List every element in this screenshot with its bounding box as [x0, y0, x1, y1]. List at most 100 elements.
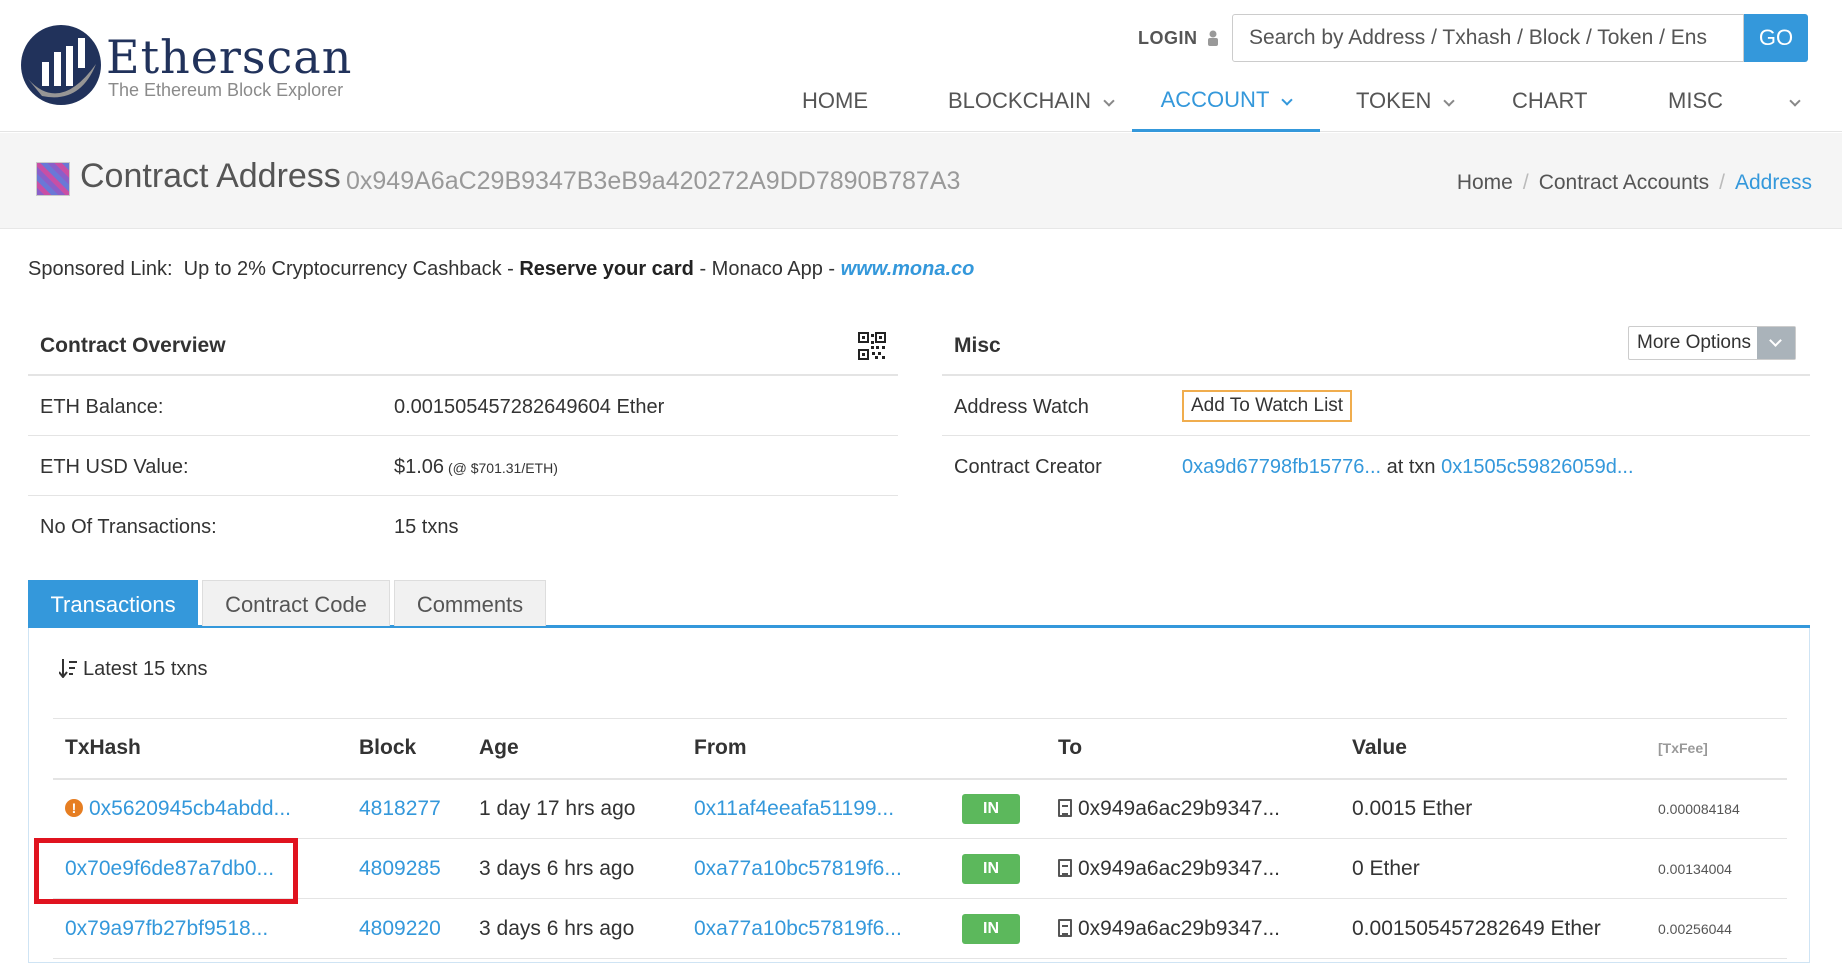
age-cell: 3 days 6 hrs ago: [467, 838, 682, 899]
nav-chart[interactable]: CHART: [1512, 70, 1587, 132]
tab-comments[interactable]: Comments: [394, 580, 546, 626]
user-icon: [1208, 30, 1219, 46]
to-address: 0x949a6ac29b9347...: [1078, 856, 1281, 880]
nav-chart-label: CHART: [1512, 88, 1588, 113]
site-header: Etherscan The Ethereum Block Explorer LO…: [0, 0, 1842, 132]
value-cell: 0.0015 Ether: [1340, 778, 1646, 839]
chevron-down-icon: [1757, 327, 1795, 359]
breadcrumb: Home / Contract Accounts / Address: [1457, 171, 1812, 195]
transactions-table: TxHash Block Age From To Value [TxFee] !…: [53, 718, 1787, 959]
transactions-count-row: No Of Transactions: 15 txns: [28, 496, 898, 556]
breadcrumb-separator: /: [1522, 171, 1529, 194]
address-watch-row: Address Watch Add To Watch List: [942, 376, 1810, 436]
block-link[interactable]: 4818277: [359, 797, 441, 820]
direction-in-badge: IN: [962, 913, 1020, 944]
creator-txn-link[interactable]: 0x1505c59826059d...: [1441, 456, 1633, 478]
value-cell: 0.001505457282649 Ether: [1340, 898, 1646, 959]
block-link[interactable]: 4809220: [359, 917, 441, 940]
from-address-link[interactable]: 0xa77a10bc57819f6...: [694, 917, 902, 940]
sponsored-text: Up to 2% Cryptocurrency Cashback -: [183, 258, 520, 280]
eth-usd-value: $1.06: [394, 456, 445, 478]
nav-account-label: ACCOUNT: [1160, 86, 1270, 112]
tab-contract-code[interactable]: Contract Code: [202, 580, 390, 626]
go-button[interactable]: GO: [1744, 14, 1808, 62]
login-link[interactable]: LOGIN: [1138, 28, 1219, 49]
txhash-link[interactable]: 0x5620945cb4abdd...: [89, 797, 291, 820]
nav-token[interactable]: TOKEN: [1356, 70, 1456, 132]
tab-transactions[interactable]: Transactions: [28, 580, 198, 626]
misc-title: Misc: [954, 334, 1001, 357]
contract-file-icon: [1058, 798, 1072, 817]
eth-balance-value: 0.001505457282649604 Ether: [394, 396, 665, 418]
warning-icon[interactable]: !: [65, 798, 83, 817]
col-block: Block: [347, 718, 467, 780]
block-link[interactable]: 4809285: [359, 857, 441, 880]
transactions-panel: Latest 15 txns TxHash Block Age From To …: [28, 628, 1810, 963]
txhash-link[interactable]: 0x79a97fb27bf9518...: [65, 917, 268, 940]
eth-price-note: (@ $701.31/ETH): [444, 460, 558, 476]
logo-tagline: The Ethereum Block Explorer: [108, 80, 344, 100]
sponsored-url[interactable]: www.mona.co: [841, 258, 975, 280]
to-address: 0x949a6ac29b9347...: [1078, 916, 1281, 940]
col-direction: [950, 718, 1046, 780]
sponsored-text-2: - Monaco App -: [693, 258, 841, 280]
breadcrumb-separator: /: [1719, 171, 1725, 194]
txfee-cell: 0.00134004: [1646, 838, 1787, 899]
col-to: To: [1046, 718, 1340, 780]
qr-code-icon[interactable]: [858, 332, 886, 360]
nav-misc[interactable]: MISC: [1668, 70, 1801, 132]
col-age: Age: [467, 718, 682, 780]
search-input[interactable]: [1232, 14, 1744, 62]
contract-file-icon: [1058, 918, 1072, 937]
value-cell: 0 Ether: [1340, 838, 1646, 899]
nav-home-label: HOME: [802, 88, 868, 113]
table-header-row: TxHash Block Age From To Value [TxFee]: [53, 718, 1787, 780]
table-row: ! 0x5620945cb4abdd... 4818277 1 day 17 hr…: [53, 778, 1787, 839]
chevron-down-icon: [1789, 95, 1801, 107]
age-cell: 1 day 17 hrs ago: [467, 778, 682, 839]
misc-panel: Misc More Options Address Watch Add To W…: [942, 320, 1810, 496]
breadcrumb-home[interactable]: Home: [1457, 171, 1513, 195]
more-options-dropdown[interactable]: More Options: [1628, 326, 1796, 360]
page-title: Contract Address: [80, 157, 341, 195]
table-row: 0x70e9f6de87a7db0... 4809285 3 days 6 hr…: [53, 838, 1787, 899]
col-from: From: [682, 718, 950, 780]
from-address-link[interactable]: 0x11af4eeafa51199...: [694, 797, 894, 820]
login-label: LOGIN: [1138, 28, 1198, 48]
sponsored-bold: Reserve your card: [519, 258, 694, 280]
contract-overview-title: Contract Overview: [40, 334, 226, 357]
breadcrumb-contract-accounts[interactable]: Contract Accounts: [1539, 171, 1709, 195]
contract-file-icon: [1058, 858, 1072, 877]
txfee-cell: 0.00256044: [1646, 898, 1787, 959]
logo-name: Etherscan: [106, 30, 353, 84]
sponsored-label: Sponsored Link:: [28, 258, 173, 280]
nav-account[interactable]: ACCOUNT: [1132, 70, 1320, 132]
add-to-watch-list-button[interactable]: Add To Watch List: [1182, 390, 1353, 422]
breadcrumb-address: Address: [1734, 171, 1812, 194]
nav-home[interactable]: HOME: [802, 70, 868, 132]
more-options-label: More Options: [1637, 332, 1752, 353]
creator-address-link[interactable]: 0xa9d67798fb15776...: [1182, 456, 1381, 478]
latest-txns-summary: Latest 15 txns: [59, 658, 208, 681]
eth-balance-row: ETH Balance: 0.001505457282649604 Ether: [28, 376, 898, 436]
col-txhash: TxHash: [53, 718, 347, 780]
from-address-link[interactable]: 0xa77a10bc57819f6...: [694, 857, 902, 880]
etherscan-logo[interactable]: Etherscan The Ethereum Block Explorer: [20, 22, 360, 106]
nav-blockchain[interactable]: BLOCKCHAIN: [948, 70, 1115, 132]
misc-heading: Misc More Options: [942, 320, 1810, 376]
txfee-cell: 0.000084184: [1646, 778, 1787, 839]
col-txfee: [TxFee]: [1646, 718, 1787, 780]
eth-usd-value-row: ETH USD Value: $1.06 (@ $701.31/ETH): [28, 436, 898, 496]
contract-address: 0x949A6aC29B9347B3eB9a420272A9DD7890B787…: [346, 167, 961, 195]
eth-balance-label: ETH Balance:: [40, 396, 164, 418]
table-row: 0x79a97fb27bf9518... 4809220 3 days 6 hr…: [53, 898, 1787, 959]
at-txn-text: at txn: [1381, 456, 1442, 478]
chevron-down-icon: [1103, 95, 1115, 107]
contract-identicon-icon: [36, 162, 70, 196]
tab-bar: Transactions Contract Code Comments: [28, 580, 1810, 628]
direction-in-badge: IN: [962, 853, 1020, 884]
transactions-count-label: No Of Transactions:: [40, 516, 217, 538]
chevron-down-icon: [1281, 93, 1294, 106]
eth-usd-value-label: ETH USD Value:: [40, 456, 189, 478]
contract-overview-panel: Contract Overview ETH Balance: 0.0015054…: [28, 320, 898, 556]
